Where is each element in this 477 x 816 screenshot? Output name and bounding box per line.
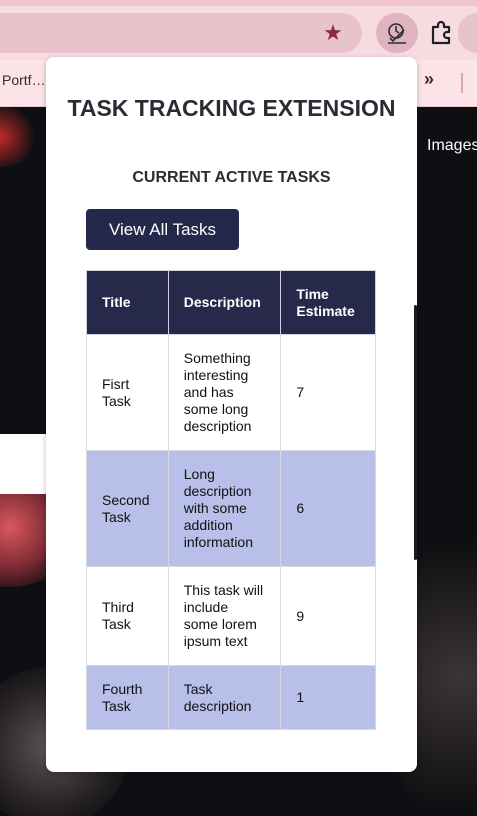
task-description-cell: This task will include some lorem ipsum … xyxy=(167,566,282,666)
task-extension-icon xyxy=(388,23,406,44)
table-row[interactable]: Third Task This task will include some l… xyxy=(86,566,376,666)
background-glow xyxy=(0,107,40,167)
task-description-cell: Something interesting and has some long … xyxy=(167,334,282,451)
table-header-row: Title Description Time Estimate xyxy=(86,270,376,335)
task-title-cell: Fourth Task xyxy=(86,665,169,730)
column-header-title: Title xyxy=(86,270,169,335)
task-description-cell: Task description xyxy=(167,665,282,730)
task-time-cell: 9 xyxy=(280,566,376,666)
table-row[interactable]: Second Task Long description with some a… xyxy=(86,450,376,567)
task-description-cell: Long description with some addition info… xyxy=(167,450,282,567)
images-link[interactable]: Images xyxy=(427,137,477,155)
address-bar[interactable]: ★ xyxy=(0,13,362,53)
table-row[interactable]: Fourth Task Task description 1 xyxy=(86,665,376,730)
task-title-cell: Third Task xyxy=(86,566,169,666)
column-header-time-estimate: Time Estimate xyxy=(280,270,376,335)
popup-subtitle: CURRENT ACTIVE TASKS xyxy=(132,169,331,186)
tasks-table: Title Description Time Estimate Fisrt Ta… xyxy=(86,270,376,730)
table-row[interactable]: Fisrt Task Something interesting and has… xyxy=(86,334,376,451)
task-time-cell: 1 xyxy=(280,665,376,730)
bookmark-portfolio[interactable]: Portf… xyxy=(0,72,46,88)
task-title-cell: Fisrt Task xyxy=(86,334,169,451)
bookmark-star-icon[interactable]: ★ xyxy=(320,22,346,44)
extensions-puzzle-icon[interactable] xyxy=(424,16,458,50)
popup-scrollbar[interactable] xyxy=(414,305,417,560)
task-time-cell: 6 xyxy=(280,450,376,567)
popup-title: TASK TRACKING EXTENSION xyxy=(67,95,396,121)
column-header-description: Description xyxy=(167,270,282,335)
extension-popup: TASK TRACKING EXTENSION CURRENT ACTIVE T… xyxy=(46,57,417,772)
task-title-cell: Second Task xyxy=(86,450,169,567)
profile-pill[interactable] xyxy=(458,13,477,53)
task-extension-button[interactable] xyxy=(376,13,418,53)
view-all-tasks-button[interactable]: View All Tasks xyxy=(86,209,239,250)
background-card xyxy=(0,434,48,494)
browser-toolbar: ★ xyxy=(0,6,477,60)
task-time-cell: 7 xyxy=(280,334,376,451)
bookmarks-overflow-icon[interactable]: » xyxy=(424,69,434,90)
bookmarks-separator xyxy=(461,73,463,93)
